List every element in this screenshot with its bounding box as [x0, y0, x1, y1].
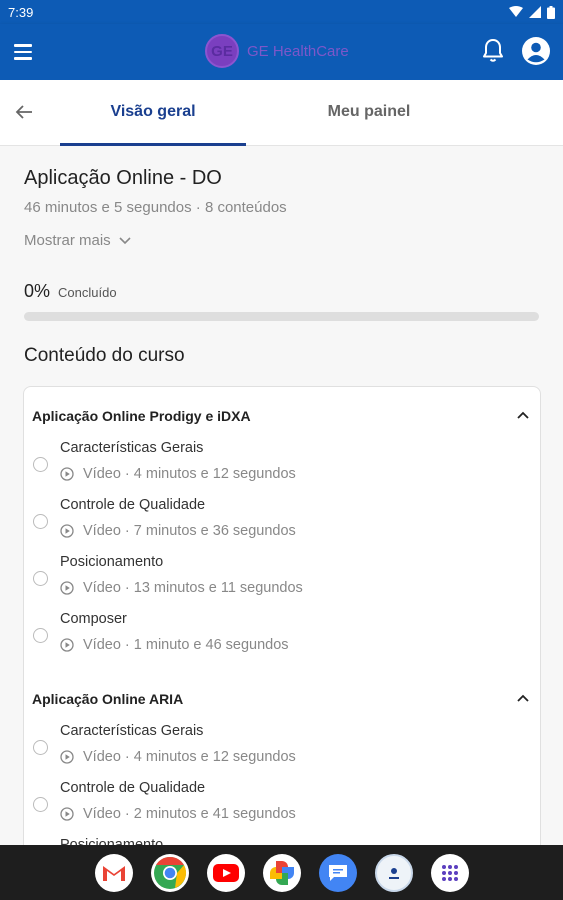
menu-icon[interactable] [14, 40, 40, 64]
tab-overview[interactable]: Visão geral [60, 80, 246, 146]
progress-bar [24, 312, 539, 321]
status-icons [509, 5, 555, 19]
lesson-title: Composer [60, 611, 127, 627]
brand-logo: GE GE HealthCare [205, 34, 349, 68]
lesson-meta: Vídeo · 2 minutos e 41 segundos [60, 806, 296, 822]
lesson-item[interactable]: Características Gerais Vídeo · 4 minutos… [24, 717, 540, 774]
lesson-checkbox[interactable] [33, 628, 48, 643]
play-circle-icon [60, 638, 74, 652]
lesson-checkbox[interactable] [33, 514, 48, 529]
app-bar: GE GE HealthCare [0, 24, 563, 80]
tab-dashboard[interactable]: Meu painel [276, 80, 462, 144]
lesson-item[interactable]: Controle de Qualidade Vídeo · 7 minutos … [24, 491, 540, 548]
lesson-meta-text: Vídeo · 4 minutos e 12 segundos [83, 749, 296, 765]
lesson-title: Características Gerais [60, 723, 204, 739]
battery-icon [547, 5, 555, 19]
lesson-item[interactable]: Posicionamento Vídeo · 13 minutos e 11 s… [24, 548, 540, 605]
lesson-meta: Vídeo · 4 minutos e 12 segundos [60, 466, 296, 482]
progress-summary: 0% Concluído [24, 281, 117, 302]
play-circle-icon [60, 750, 74, 764]
play-circle-icon [60, 524, 74, 538]
youtube-icon[interactable] [206, 853, 245, 892]
show-more-label: Mostrar mais [24, 232, 111, 249]
play-circle-icon [60, 807, 74, 821]
lesson-checkbox[interactable] [33, 797, 48, 812]
lesson-meta: Vídeo · 1 minuto e 46 segundos [60, 637, 289, 653]
course-title: Aplicação Online - DO [24, 167, 222, 189]
lesson-item[interactable]: Composer Vídeo · 1 minuto e 46 segundos [24, 605, 540, 662]
app-icon[interactable] [374, 853, 413, 892]
content-heading: Conteúdo do curso [24, 345, 185, 366]
lesson-meta: Vídeo · 7 minutos e 36 segundos [60, 523, 296, 539]
ge-logo-icon: GE [205, 34, 239, 68]
lesson-item[interactable]: Controle de Qualidade Vídeo · 2 minutos … [24, 774, 540, 831]
lesson-meta-text: Vídeo · 4 minutos e 12 segundos [83, 466, 296, 482]
lesson-checkbox[interactable] [33, 740, 48, 755]
chevron-up-icon[interactable] [516, 693, 530, 703]
notifications-icon[interactable] [481, 38, 505, 64]
messages-icon[interactable] [318, 853, 357, 892]
lesson-meta: Vídeo · 13 minutos e 11 segundos [60, 580, 303, 596]
lesson-title: Controle de Qualidade [60, 497, 206, 513]
lesson-title: Características Gerais [60, 440, 204, 456]
chrome-icon[interactable] [150, 853, 189, 892]
show-more-button[interactable]: Mostrar mais [24, 232, 131, 249]
lesson-item[interactable]: Características Gerais Vídeo · 4 minutos… [24, 434, 540, 491]
chevron-up-icon[interactable] [516, 410, 530, 420]
lesson-meta-text: Vídeo · 2 minutos e 41 segundos [83, 806, 296, 822]
course-content-list: Aplicação Online Prodigy e iDXA Caracter… [23, 386, 541, 856]
tab-bar: Visão geral Meu painel [0, 80, 563, 146]
brand-name: GE HealthCare [247, 42, 349, 60]
account-icon[interactable] [521, 36, 551, 66]
play-circle-icon [60, 467, 74, 481]
clock: 7:39 [8, 4, 34, 20]
gmail-icon[interactable] [94, 853, 133, 892]
lesson-title: Controle de Qualidade [60, 780, 206, 796]
app-dock [0, 845, 563, 900]
course-meta: 46 minutos e 5 segundos · 8 conteúdos [24, 199, 287, 216]
lesson-checkbox[interactable] [33, 457, 48, 472]
lesson-title: Posicionamento [60, 554, 164, 570]
lesson-meta-text: Vídeo · 1 minuto e 46 segundos [83, 637, 289, 653]
lesson-meta: Vídeo · 4 minutos e 12 segundos [60, 749, 296, 765]
lesson-meta-text: Vídeo · 7 minutos e 36 segundos [83, 523, 296, 539]
signal-icon [529, 6, 541, 18]
chevron-down-icon [119, 236, 131, 244]
progress-percent: 0% [24, 281, 51, 301]
module-header[interactable]: Aplicação Online Prodigy e iDXA [32, 408, 251, 424]
status-bar: 7:39 [0, 0, 563, 24]
progress-label: Concluído [58, 285, 117, 300]
wifi-icon [509, 6, 523, 17]
module-header[interactable]: Aplicação Online ARIA [32, 691, 183, 707]
back-arrow-icon[interactable] [12, 100, 36, 124]
photos-icon[interactable] [262, 853, 301, 892]
lesson-meta-text: Vídeo · 13 minutos e 11 segundos [83, 580, 303, 596]
play-circle-icon [60, 581, 74, 595]
app-drawer-icon[interactable] [430, 853, 469, 892]
lesson-checkbox[interactable] [33, 571, 48, 586]
